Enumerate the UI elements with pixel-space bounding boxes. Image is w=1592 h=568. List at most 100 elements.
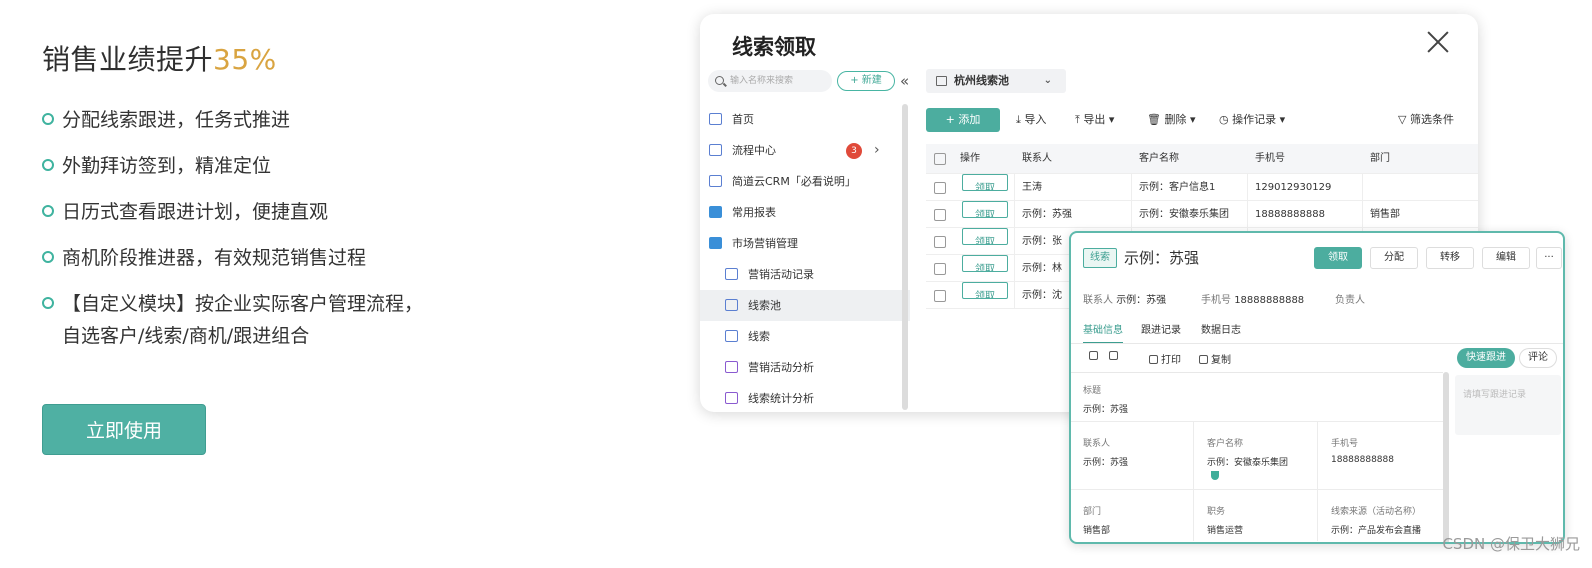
share-icon[interactable] bbox=[1109, 351, 1121, 362]
add-button[interactable]: + 添加 bbox=[926, 108, 1000, 132]
operation-log-button[interactable]: ◷ 操作记录 ▾ bbox=[1219, 108, 1285, 132]
quick-follow-up-button[interactable]: 快速跟进 bbox=[1457, 348, 1515, 368]
form-icon bbox=[725, 268, 738, 280]
bullet-icon bbox=[42, 297, 54, 309]
bullet-icon bbox=[42, 251, 54, 263]
toolbar: + 添加 ⤓ 导入 ⤒ 导出 ▾ 🗑 删除 ▾ ◷ 操作记录 ▾ ▽ 筛选条件 bbox=[926, 108, 1474, 132]
export-button[interactable]: ⤒ 导出 ▾ bbox=[1075, 108, 1114, 132]
workflow-icon bbox=[709, 144, 722, 156]
claim-button[interactable]: 领取 bbox=[962, 255, 1008, 272]
copy-icon bbox=[1199, 355, 1208, 364]
collapse-icon[interactable]: « bbox=[900, 72, 909, 90]
meta-phone: 手机号 18888888888 bbox=[1201, 295, 1305, 306]
import-button[interactable]: ⤓ 导入 bbox=[1016, 108, 1046, 132]
page: 销售业绩提升35% 分配线索跟进，任务式推进 外勤拜访签到，精准定位 日历式查看… bbox=[0, 0, 1592, 568]
sidebar-item-campaign-analysis[interactable]: 营销活动分析 bbox=[700, 352, 910, 383]
home-icon bbox=[709, 113, 722, 125]
new-button[interactable]: + 新建 bbox=[837, 71, 895, 91]
divider bbox=[1071, 343, 1563, 344]
lead-tag: 线索 bbox=[1083, 248, 1117, 268]
headline-accent: 35% bbox=[213, 43, 277, 76]
edit-button[interactable]: 编辑 bbox=[1482, 247, 1530, 269]
bullet-icon bbox=[42, 205, 54, 217]
folder-icon bbox=[709, 237, 722, 249]
print-icon bbox=[1149, 355, 1158, 364]
sidebar-item-home[interactable]: 首页 bbox=[700, 104, 910, 135]
headline-text: 销售业绩提升 bbox=[42, 43, 214, 76]
chart-icon bbox=[725, 392, 738, 404]
notification-badge: 3 bbox=[846, 143, 862, 159]
claim-button[interactable]: 领取 bbox=[1314, 247, 1362, 269]
divider bbox=[1071, 372, 1443, 373]
tab-lead-pool[interactable]: 杭州线索池 ⌄ bbox=[926, 69, 1066, 93]
tab-follow-up[interactable]: 跟进记录 bbox=[1141, 321, 1181, 336]
bullet-icon bbox=[42, 113, 54, 125]
claim-button[interactable]: 领取 bbox=[962, 228, 1008, 245]
row-checkbox[interactable] bbox=[934, 209, 946, 221]
table-icon bbox=[725, 299, 738, 311]
table-row: 领取 王涛 示例：客户信息1 129012930129 bbox=[926, 174, 1478, 201]
search-input[interactable]: 输入名称来搜索 bbox=[708, 70, 832, 92]
feature-list: 分配线索跟进，任务式推进 外勤拜访签到，精准定位 日历式查看跟进计划，便捷直观 … bbox=[42, 104, 562, 366]
claim-button[interactable]: 领取 bbox=[962, 282, 1008, 299]
tab-basic-info[interactable]: 基础信息 bbox=[1083, 321, 1123, 344]
sidebar-item-campaign-records[interactable]: 营销活动记录 bbox=[700, 259, 910, 290]
use-now-button[interactable]: 立即使用 bbox=[42, 404, 206, 455]
chevron-down-icon: ⌄ bbox=[1043, 75, 1052, 86]
card-title: 示例：苏强 bbox=[1124, 249, 1200, 267]
verified-icon bbox=[1211, 471, 1219, 480]
print-button[interactable]: 打印 bbox=[1149, 351, 1181, 366]
page-title: 销售业绩提升35% bbox=[42, 38, 277, 78]
meta-owner: 负责人 bbox=[1335, 295, 1365, 306]
sidebar-item-marketing[interactable]: 市场营销管理 bbox=[700, 228, 910, 259]
close-icon[interactable] bbox=[1426, 30, 1450, 54]
meta-contact: 联系人 示例：苏强 bbox=[1083, 295, 1167, 306]
claim-button[interactable]: 领取 bbox=[962, 201, 1008, 218]
sidebar: 输入名称来搜索 + 新建 « 首页 流程中心 3 › 简道云CRM「必看说明」 常用… bbox=[700, 66, 910, 412]
document-icon bbox=[709, 175, 722, 187]
select-all-checkbox[interactable] bbox=[934, 153, 946, 165]
feature-item: 日历式查看跟进计划，便捷直观 bbox=[42, 196, 562, 228]
assign-button[interactable]: 分配 bbox=[1370, 247, 1418, 269]
field-department: 部门 销售部 bbox=[1083, 507, 1111, 536]
row-checkbox[interactable] bbox=[934, 290, 946, 302]
sidebar-item-lead-pool[interactable]: 线索池 bbox=[700, 290, 910, 321]
sidebar-item-lead-stats[interactable]: 线索统计分析 bbox=[700, 383, 910, 412]
dialog-title: 线索领取 bbox=[732, 35, 816, 59]
chart-icon bbox=[725, 361, 738, 373]
sidebar-item-leads[interactable]: 线索 bbox=[700, 321, 910, 352]
feature-item: 【自定义模块】按企业实际客户管理流程， 自选客户/线索/商机/跟进组合 bbox=[42, 288, 562, 352]
field-title: 标题 示例：苏强 bbox=[1083, 386, 1129, 415]
sidebar-item-workflow[interactable]: 流程中心 3 › bbox=[700, 135, 910, 166]
claim-button[interactable]: 领取 bbox=[962, 174, 1008, 191]
field-lead-source: 线索来源（活动名称） 示例：产品发布会直播 bbox=[1331, 507, 1422, 536]
lead-detail-card: 线索 示例：苏强 领取 分配 转移 编辑 ··· 联系人 示例：苏强 手机号 1… bbox=[1069, 231, 1565, 544]
delete-button[interactable]: 🗑 删除 ▾ bbox=[1147, 108, 1195, 132]
sidebar-nav: 首页 流程中心 3 › 简道云CRM「必看说明」 常用报表 市场营销管理 营销活动记… bbox=[700, 104, 910, 412]
comment-button[interactable]: 评论 bbox=[1519, 348, 1557, 368]
field-position: 职务 销售运营 bbox=[1207, 507, 1244, 536]
tab-data-log[interactable]: 数据日志 bbox=[1201, 321, 1241, 336]
feature-item: 商机阶段推进器，有效规范销售过程 bbox=[42, 242, 562, 274]
row-checkbox[interactable] bbox=[934, 236, 946, 248]
bullet-icon bbox=[42, 159, 54, 171]
transfer-button[interactable]: 转移 bbox=[1426, 247, 1474, 269]
folder-icon bbox=[709, 206, 722, 218]
search-icon bbox=[715, 76, 724, 85]
flow-icon bbox=[725, 330, 738, 342]
copy-button[interactable]: 复制 bbox=[1199, 351, 1231, 366]
follow-up-input[interactable]: 请填写跟进记录 bbox=[1455, 375, 1561, 435]
sidebar-item-crm-guide[interactable]: 简道云CRM「必看说明」 bbox=[700, 166, 910, 197]
row-checkbox[interactable] bbox=[934, 182, 946, 194]
chevron-right-icon: › bbox=[874, 142, 880, 158]
more-icon[interactable]: ··· bbox=[1536, 247, 1562, 269]
sidebar-item-reports[interactable]: 常用报表 bbox=[700, 197, 910, 228]
row-checkbox[interactable] bbox=[934, 263, 946, 275]
sidebar-scrollbar[interactable] bbox=[902, 104, 908, 410]
table-header: 操作 联系人 客户名称 手机号 部门 bbox=[926, 144, 1478, 174]
detail-scrollbar[interactable] bbox=[1443, 372, 1449, 542]
watermark: CSDN @保卫大狮兄 bbox=[1442, 535, 1580, 553]
table-icon bbox=[936, 76, 947, 86]
message-icon[interactable] bbox=[1089, 351, 1101, 362]
filter-button[interactable]: ▽ 筛选条件 bbox=[1398, 108, 1454, 132]
